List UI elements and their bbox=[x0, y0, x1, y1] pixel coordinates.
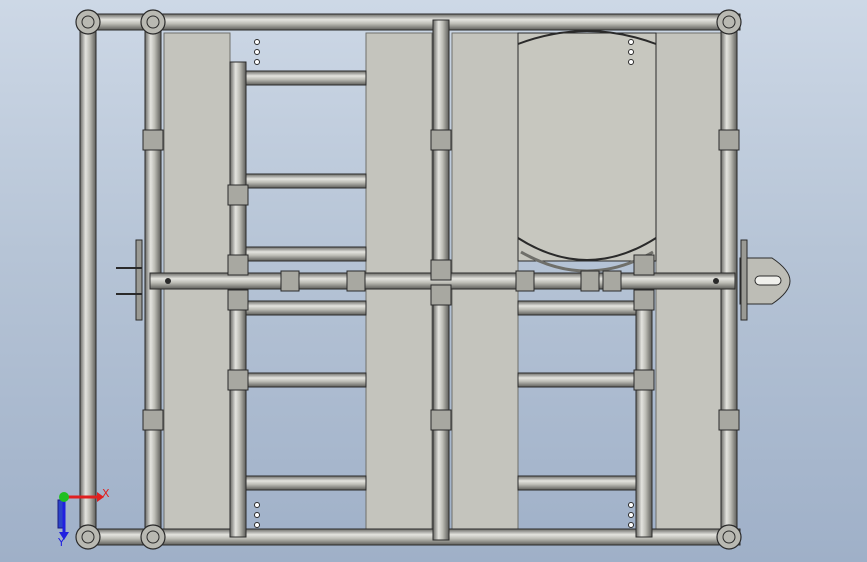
drum-shell bbox=[517, 32, 657, 262]
tee-connector-9 bbox=[430, 259, 452, 281]
corner-fitting-3 bbox=[75, 524, 101, 550]
tee-connector-7 bbox=[718, 129, 740, 151]
tee-connector-14 bbox=[633, 289, 655, 311]
bolt-hole-3-1 bbox=[628, 49, 634, 55]
tee-connector-3 bbox=[227, 369, 249, 391]
rung-left-0 bbox=[245, 70, 367, 86]
bolt-hole-0-2 bbox=[254, 59, 260, 65]
bracket-slot bbox=[754, 275, 782, 286]
rung-right-2 bbox=[517, 475, 637, 491]
tee-connector-12 bbox=[227, 289, 249, 311]
rung-left-2 bbox=[245, 246, 367, 262]
bolt-hole-3-0 bbox=[628, 39, 634, 45]
bolt-hole-1-0 bbox=[254, 502, 260, 508]
frame-assembly-drawing[interactable]: X Y bbox=[0, 0, 867, 562]
tee-connector-11 bbox=[227, 254, 249, 276]
top-rail bbox=[87, 13, 741, 31]
tee-connector-4 bbox=[430, 129, 452, 151]
bolt-hole-0-1 bbox=[254, 49, 260, 55]
triad-y-label: Y bbox=[57, 536, 65, 549]
tee-connector-10 bbox=[430, 284, 452, 306]
bolt-hole-3-2 bbox=[628, 59, 634, 65]
corner-fitting-0 bbox=[75, 9, 101, 35]
beam-coupler-3 bbox=[580, 270, 600, 292]
inner-right-post bbox=[635, 289, 653, 538]
handle-rail bbox=[79, 19, 97, 541]
tee-connector-8 bbox=[718, 409, 740, 431]
rung-right-1 bbox=[517, 372, 637, 388]
rung-left-5 bbox=[245, 475, 367, 491]
rung-left-4 bbox=[245, 372, 367, 388]
cad-viewport[interactable]: X Y bbox=[0, 0, 867, 562]
bolt-hole-1-2 bbox=[254, 522, 260, 528]
triad-x-label: X bbox=[102, 487, 110, 500]
drum[interactable] bbox=[517, 30, 657, 273]
beam-coupler-0 bbox=[280, 270, 300, 292]
tee-connector-1 bbox=[142, 409, 164, 431]
tee-connector-2 bbox=[227, 184, 249, 206]
bolt-hole-2-0 bbox=[628, 502, 634, 508]
tee-connector-6 bbox=[633, 369, 655, 391]
rung-left-3 bbox=[245, 300, 367, 316]
left-mount-plate[interactable] bbox=[116, 239, 143, 321]
corner-fitting-5 bbox=[716, 524, 742, 550]
mounting-bracket[interactable] bbox=[739, 239, 791, 321]
beam-coupler-1 bbox=[346, 270, 366, 292]
corner-fitting-1 bbox=[140, 9, 166, 35]
beam-coupler-2 bbox=[515, 270, 535, 292]
corner-fitting-2 bbox=[716, 9, 742, 35]
triad-origin bbox=[59, 492, 69, 502]
tee-connector-5 bbox=[430, 409, 452, 431]
corner-fitting-4 bbox=[140, 524, 166, 550]
beam-end-pin-1 bbox=[713, 278, 719, 284]
tee-connector-13 bbox=[633, 254, 655, 276]
beam-coupler-4 bbox=[602, 270, 622, 292]
bolt-hole-2-1 bbox=[628, 512, 634, 518]
beam-end-pin-0 bbox=[165, 278, 171, 284]
rung-right-0 bbox=[517, 300, 637, 316]
bolt-hole-1-1 bbox=[254, 512, 260, 518]
tee-connector-0 bbox=[142, 129, 164, 151]
bolt-hole-2-2 bbox=[628, 522, 634, 528]
bolt-hole-0-0 bbox=[254, 39, 260, 45]
rung-left-1 bbox=[245, 173, 367, 189]
